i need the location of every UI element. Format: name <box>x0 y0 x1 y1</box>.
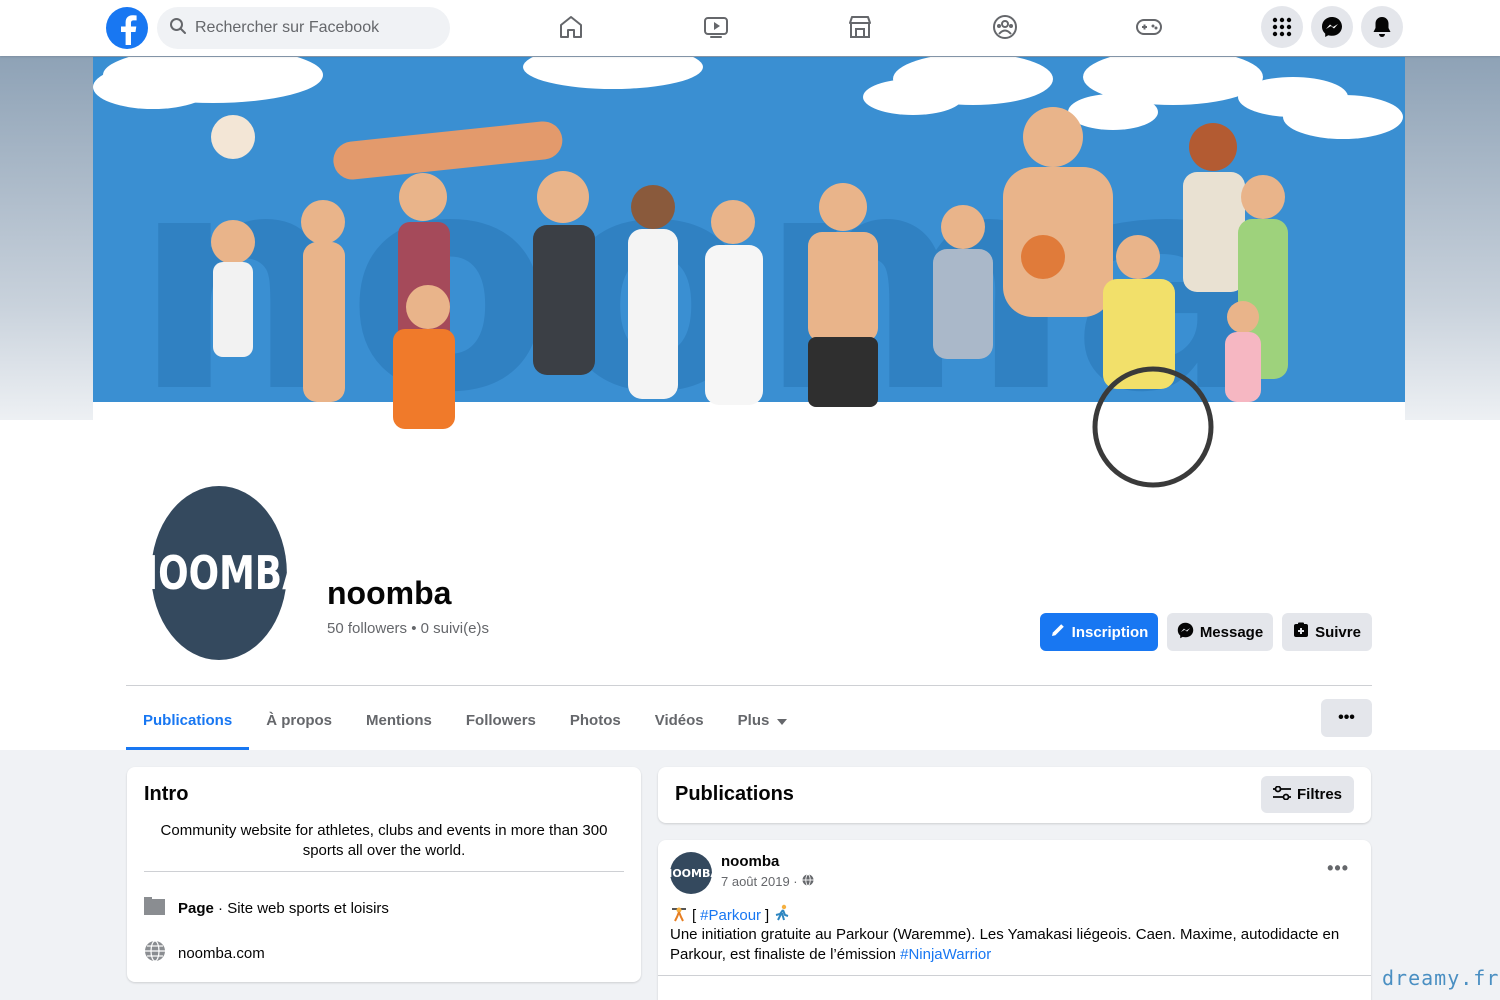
filters-button[interactable]: Filtres <box>1260 776 1354 813</box>
more-options-button[interactable]: ••• <box>1321 699 1372 737</box>
pencil-icon <box>1050 622 1066 642</box>
globe-icon <box>144 940 166 966</box>
message-button-label: Message <box>1199 623 1264 641</box>
tag-close: ] <box>765 906 770 924</box>
tag-open: [ <box>692 906 697 924</box>
post-text: Une initiation gratuite au Parkour (Ware… <box>670 925 1360 965</box>
tab-label: À propos <box>266 711 333 729</box>
messenger-icon <box>1177 622 1194 643</box>
tab-label: Publications <box>143 711 233 729</box>
filter-sliders-icon <box>1272 785 1291 804</box>
profile-divider <box>126 685 1372 686</box>
home-icon[interactable] <box>556 12 586 42</box>
post-divider <box>658 975 1371 976</box>
tab-label: Photos <box>569 711 621 729</box>
groups-icon[interactable] <box>990 12 1020 42</box>
avatar-logo-text: NOOMBA <box>128 486 310 660</box>
tab-label: Vidéos <box>654 711 704 729</box>
intro-bio: Community website for athletes, clubs an… <box>160 822 608 859</box>
notifications-icon[interactable] <box>1361 6 1403 48</box>
post-options-button[interactable]: ••• <box>1327 858 1349 879</box>
weightlifter-emoji-icon <box>670 904 688 926</box>
search-input[interactable] <box>195 19 435 37</box>
follow-icon <box>1293 622 1309 642</box>
tab-publications[interactable]: Publications <box>126 690 250 750</box>
filters-label: Filtres <box>1296 786 1342 803</box>
intro-category-row: Page · Site web sports et loisirs <box>144 897 389 919</box>
top-navigation-bar <box>0 0 1500 56</box>
runner-emoji-icon <box>773 904 791 926</box>
marketplace-icon[interactable] <box>845 12 875 42</box>
tab-label: Followers <box>465 711 536 729</box>
website-link[interactable]: noomba.com <box>178 945 265 962</box>
page-title: noomba <box>327 575 452 611</box>
publications-header-card: Publications Filtres <box>658 767 1371 823</box>
intro-card: Intro Community website for athletes, cl… <box>127 767 641 982</box>
menu-grid-icon[interactable] <box>1261 6 1303 48</box>
watermark-text: dreamy.fr <box>1382 966 1500 990</box>
tab-photos[interactable]: Photos <box>553 690 638 750</box>
post-avatar[interactable]: NOOMBA <box>663 852 719 894</box>
search-bar[interactable] <box>157 7 450 49</box>
hashtag-parkour[interactable]: #Parkour <box>700 907 761 924</box>
hashtag-ninjawarrior[interactable]: #NinjaWarrior <box>900 946 991 963</box>
tab-label: Plus <box>737 711 770 729</box>
intro-divider <box>144 871 624 872</box>
page-type-label: Page <box>178 899 214 917</box>
page-category: · Site web sports et loisirs <box>213 899 389 917</box>
messenger-icon[interactable] <box>1311 6 1353 48</box>
tab-label: Mentions <box>366 711 432 729</box>
cover-photo[interactable]: nooma <box>93 57 1405 545</box>
follow-button-label: Suivre <box>1315 623 1361 641</box>
follow-button[interactable]: Suivre <box>1282 613 1372 651</box>
public-globe-icon <box>802 874 814 889</box>
caret-down-icon <box>777 712 788 729</box>
intro-website-row: noomba.com <box>144 940 265 966</box>
message-button[interactable]: Message <box>1167 613 1273 651</box>
signup-button-label: Inscription <box>1071 623 1149 641</box>
tab-about[interactable]: À propos <box>249 690 349 750</box>
tab-followers[interactable]: Followers <box>449 690 553 750</box>
intro-title: Intro <box>144 783 189 805</box>
gaming-icon[interactable] <box>1134 12 1164 42</box>
signup-button[interactable]: Inscription <box>1040 613 1158 651</box>
post-date[interactable]: 7 août 2019 · <box>721 874 798 889</box>
post-tagline: [ #Parkour ] <box>670 904 791 926</box>
profile-tabs: Publications À propos Mentions Followers… <box>126 690 804 750</box>
post-text-main: Une initiation gratuite au Parkour (Ware… <box>670 926 1340 963</box>
facebook-logo-icon[interactable] <box>106 7 148 49</box>
follower-stats[interactable]: 50 followers • 0 suivi(e)s <box>327 620 489 637</box>
profile-avatar[interactable]: NOOMBA <box>128 482 310 664</box>
watch-icon[interactable] <box>701 12 731 42</box>
post-card: NOOMBA noomba 7 août 2019 · ••• [ #Parko… <box>658 840 1371 1000</box>
post-author[interactable]: noomba <box>721 853 779 870</box>
publications-title: Publications <box>675 783 794 805</box>
flag-icon <box>144 897 166 919</box>
tab-mentions[interactable]: Mentions <box>349 690 449 750</box>
tab-videos[interactable]: Vidéos <box>638 690 721 750</box>
search-icon <box>169 17 187 40</box>
post-meta: 7 août 2019 · <box>721 874 814 889</box>
tab-more[interactable]: Plus <box>721 690 805 750</box>
